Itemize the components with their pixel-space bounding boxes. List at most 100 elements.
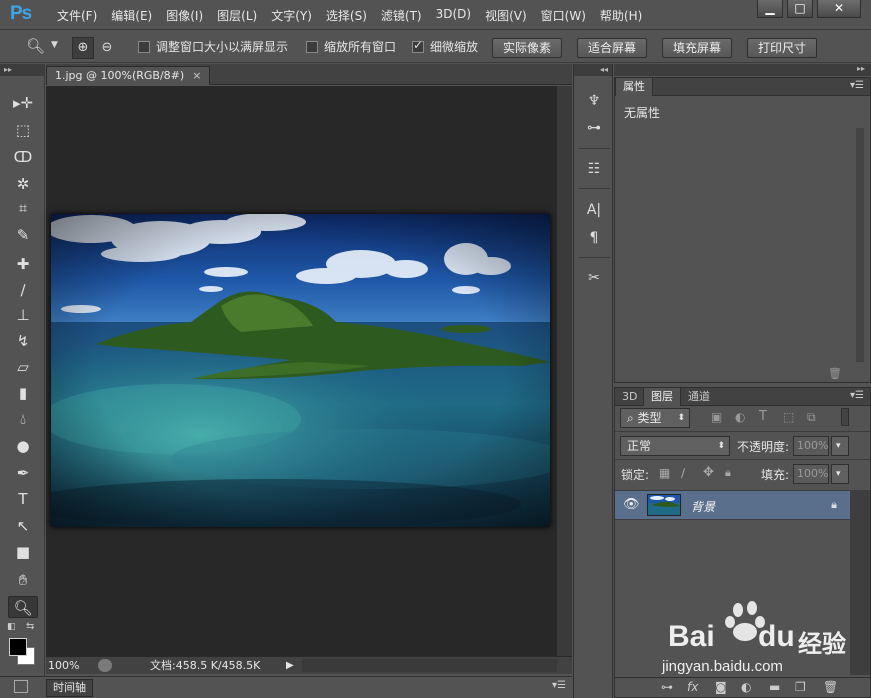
panel-menu-icon[interactable]: ▾☰ — [850, 80, 864, 91]
opacity-input[interactable]: 100% — [793, 436, 829, 456]
blend-mode-select[interactable]: 正常 ⬍ — [620, 436, 730, 456]
right-panel-collapse-handle[interactable]: ▸▸ — [614, 64, 871, 76]
document-image[interactable] — [51, 214, 550, 527]
filter-adjustment-icon[interactable]: ◐ — [735, 410, 745, 424]
tab-3d[interactable]: 3D — [615, 388, 644, 406]
history-icon[interactable]: ♆ — [582, 90, 606, 112]
lock-transparent-icon[interactable]: ▦ — [659, 466, 670, 480]
scrubby-zoom-checkbox[interactable] — [412, 38, 424, 53]
pen-tool-icon[interactable]: ✒ — [8, 462, 38, 484]
adjustments-icon[interactable]: ⊶ — [582, 117, 606, 139]
zoom-out-mode-icon[interactable]: ⊖ — [96, 37, 118, 59]
menu-edit[interactable]: 编辑(E) — [104, 7, 159, 24]
tab-layers[interactable]: 图层 — [643, 388, 681, 406]
timeline-menu-icon[interactable]: ▾☰ — [552, 680, 566, 691]
delete-layer-icon[interactable]: 🗑︎ — [823, 680, 838, 694]
eyedropper-tool-icon[interactable]: ✎ — [8, 224, 38, 246]
add-mask-icon[interactable]: ◙ — [715, 680, 727, 694]
zoom-all-checkbox[interactable] — [306, 41, 318, 53]
scrubby-zoom-option[interactable]: 细微缩放 — [412, 38, 478, 55]
default-colors-icon[interactable]: ◧ — [7, 622, 16, 632]
menu-help[interactable]: 帮助(H) — [593, 7, 649, 24]
lasso-tool-icon[interactable]: ↀ — [8, 146, 38, 168]
panel-icon[interactable] — [14, 680, 28, 693]
timeline-tab[interactable]: 时间轴 — [46, 679, 93, 697]
link-layers-icon[interactable]: ⊶ — [661, 680, 673, 694]
menu-select[interactable]: 选择(S) — [319, 7, 374, 24]
history-brush-tool-icon[interactable]: ↯ — [8, 330, 38, 352]
hand-tool-icon[interactable]: ✋︎ — [8, 569, 38, 591]
zoom-all-windows-option[interactable]: 缩放所有窗口 — [306, 38, 396, 55]
visibility-eye-icon[interactable]: 👁︎ — [623, 497, 640, 512]
paragraph-icon[interactable]: ¶ — [582, 227, 606, 249]
resize-windows-checkbox[interactable] — [138, 41, 150, 53]
resize-windows-option[interactable]: 调整窗口大小以满屏显示 — [138, 38, 288, 55]
opacity-dropdown-icon[interactable]: ▾ — [831, 436, 849, 456]
fill-input[interactable]: 100% — [793, 464, 829, 484]
layer-row-background[interactable]: 👁︎ 背景 🔒︎ — [615, 490, 851, 520]
adjustment-layer-icon[interactable]: ◐ — [741, 680, 751, 694]
eraser-tool-icon[interactable]: ▱ — [8, 356, 38, 378]
magic-wand-tool-icon[interactable]: ✲ — [8, 173, 38, 195]
layer-style-icon[interactable]: fx — [687, 680, 698, 694]
tool-presets-icon[interactable]: ✂ — [582, 267, 606, 289]
crop-tool-icon[interactable]: ⌗ — [8, 197, 38, 219]
menu-3d[interactable]: 3D(D) — [429, 7, 478, 24]
marquee-tool-icon[interactable]: ⬚ — [8, 119, 38, 141]
brush-tool-icon[interactable]: ∕ — [8, 279, 38, 301]
menu-window[interactable]: 窗口(W) — [534, 7, 593, 24]
filter-smart-object-icon[interactable]: ⧉ — [807, 410, 816, 425]
chevron-down-icon[interactable]: ▼ — [51, 40, 58, 50]
clone-source-icon[interactable]: ☷ — [582, 158, 606, 180]
type-tool-icon[interactable]: T — [8, 488, 38, 510]
maximize-button[interactable]: □ — [787, 0, 813, 18]
zoom-tool-preset-icon[interactable]: 🔍︎ — [26, 37, 45, 55]
filter-shape-icon[interactable]: ⬚ — [783, 410, 794, 424]
lock-position-icon[interactable]: ✥ — [703, 465, 714, 480]
strip-collapse-handle[interactable]: ◂◂ — [574, 64, 612, 76]
new-layer-icon[interactable]: ❐ — [795, 680, 806, 694]
menu-file[interactable]: 文件(F) — [50, 7, 104, 24]
canvas-vertical-scrollbar[interactable] — [557, 86, 572, 656]
foreground-color-swatch[interactable] — [9, 638, 27, 656]
menu-type[interactable]: 文字(Y) — [264, 7, 319, 24]
canvas-horizontal-scrollbar[interactable] — [302, 659, 557, 672]
minimize-button[interactable]: ▁ — [757, 0, 783, 18]
layer-name[interactable]: 背景 — [691, 498, 715, 515]
tab-channels[interactable]: 通道 — [681, 388, 717, 406]
properties-scrollbar[interactable] — [856, 128, 864, 362]
clone-stamp-tool-icon[interactable]: ⊥ — [8, 304, 38, 326]
status-info-icon[interactable] — [98, 659, 112, 672]
move-tool-icon[interactable]: ▸✛ — [8, 92, 38, 114]
healing-brush-tool-icon[interactable]: ✚ — [8, 253, 38, 275]
close-window-button[interactable]: ✕ — [817, 0, 861, 18]
zoom-in-mode-icon[interactable]: ⊕ — [72, 37, 94, 59]
fit-screen-button[interactable]: 适合屏幕 — [577, 38, 648, 58]
zoom-tool-icon[interactable]: 🔍︎ — [8, 596, 38, 618]
layers-menu-icon[interactable]: ▾☰ — [850, 390, 864, 401]
filter-toggle[interactable] — [841, 408, 849, 426]
close-tab-icon[interactable]: × — [192, 69, 201, 82]
fill-screen-button[interactable]: 填充屏幕 — [662, 38, 733, 58]
menu-layer[interactable]: 图层(L) — [210, 7, 264, 24]
lock-pixels-icon[interactable]: ∕ — [681, 466, 685, 480]
swap-colors-icon[interactable]: ⇆ — [26, 621, 34, 632]
print-size-button[interactable]: 打印尺寸 — [747, 38, 818, 58]
toolbar-collapse-handle[interactable]: ▸▸ — [0, 64, 44, 76]
zoom-level[interactable]: 100% — [48, 657, 79, 674]
trash-icon[interactable]: 🗑︎ — [828, 367, 842, 380]
new-group-icon[interactable]: ▬ — [769, 680, 780, 694]
layer-filter-select[interactable]: ⌕ 类型 ⬍ — [620, 408, 690, 428]
lock-all-icon[interactable]: 🔒︎ — [725, 466, 731, 480]
path-selection-tool-icon[interactable]: ↖ — [8, 515, 38, 537]
blur-tool-icon[interactable]: 💧︎ — [8, 408, 38, 430]
dodge-tool-icon[interactable]: ● — [8, 435, 38, 457]
actual-pixels-button[interactable]: 实际像素 — [492, 38, 563, 58]
menu-view[interactable]: 视图(V) — [478, 7, 534, 24]
filter-pixel-icon[interactable]: ▣ — [711, 410, 722, 424]
shape-tool-icon[interactable]: ■ — [8, 541, 38, 563]
character-icon[interactable]: A| — [582, 199, 606, 221]
status-menu-arrow-icon[interactable]: ▶ — [286, 657, 294, 674]
menu-image[interactable]: 图像(I) — [159, 7, 210, 24]
document-tab[interactable]: 1.jpg @ 100%(RGB/8#) × — [46, 66, 211, 85]
